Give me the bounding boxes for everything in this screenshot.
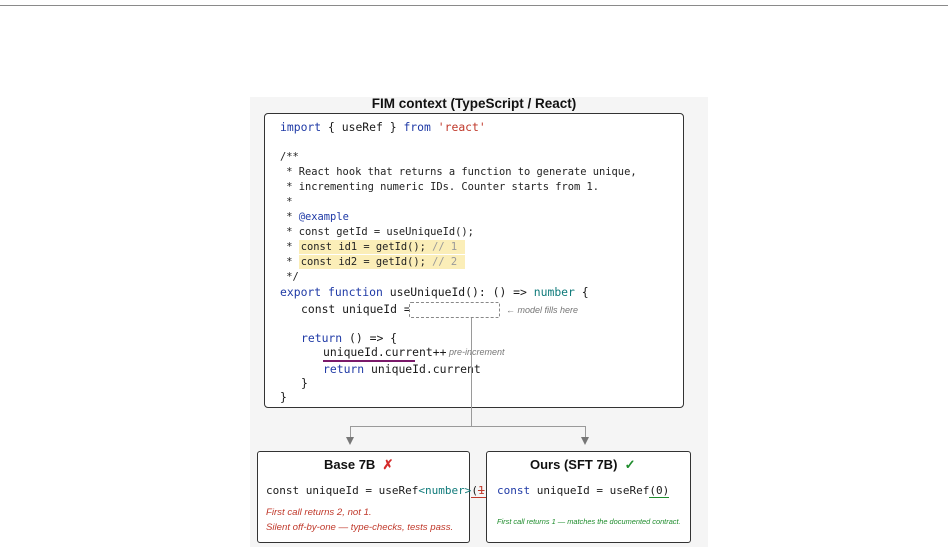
doc-line-getid: * const getId = useUniqueId(); (280, 226, 474, 238)
cross-icon: ✗ (382, 457, 394, 472)
ours-code: const uniqueId = useRef(0) (497, 484, 670, 498)
return-type: number (533, 285, 575, 299)
arrow-to-base (346, 437, 354, 445)
doc-star: * (280, 211, 299, 223)
id2-code: const id2 = getId(); (300, 256, 426, 268)
keyword-return: return (301, 331, 343, 345)
doc-line-id2: * const id2 = getId(); // 2 (280, 255, 466, 270)
code-line-return: return () => { (301, 331, 397, 346)
base-generic: <number> (418, 484, 472, 497)
example-tag: @example (298, 211, 349, 223)
connector-horizontal (350, 426, 586, 427)
keyword-export-function: export function (280, 285, 383, 299)
doc-open: /** (280, 151, 299, 163)
paren-open: ( (471, 484, 478, 497)
checkmark-icon: ✓ (624, 457, 636, 472)
ours-title-text: Ours (SFT 7B) (530, 457, 618, 472)
return-current: uniqueId.current (364, 362, 481, 376)
code-line-increment: uniqueId.current++ (323, 345, 447, 359)
code-line-import: import { useRef } from 'react' (280, 120, 486, 135)
model-fills-annotation: ← model fills here (506, 305, 579, 315)
doc-line-3: * (280, 196, 293, 208)
doc-line-2: * incrementing numeric IDs. Counter star… (280, 181, 600, 193)
ours-arg: (0) (649, 484, 670, 498)
arrow-to-ours (581, 437, 589, 445)
import-names: { useRef } (321, 120, 404, 134)
highlight-id2: const id2 = getId(); // 2 (298, 255, 466, 269)
highlight-id1: const id1 = getId(); // 1 (298, 240, 466, 254)
ours-keyword-const: const (497, 484, 531, 497)
pre-increment-annotation: pre-increment (449, 347, 505, 357)
doc-star: * (280, 256, 299, 268)
base-note-1: First call returns 2, not 1. (266, 507, 372, 518)
ours-code-mid: uniqueId = useRef (530, 484, 650, 497)
ours-panel-title: Ours (SFT 7B) ✓ (530, 457, 636, 473)
id1-code: const id1 = getId(); (300, 241, 426, 253)
doc-line-id1: * const id1 = getId(); // 1 (280, 240, 466, 255)
base-arg-value: 1 (477, 484, 485, 497)
return-arrow: () => { (342, 331, 398, 345)
code-line-signature: export function useUniqueId(): () => num… (280, 285, 589, 300)
code-line-close-inner: } (301, 376, 308, 390)
signature-brace: { (574, 285, 589, 299)
base-note-2: Silent off-by-one — type-checks, tests p… (266, 522, 454, 533)
id1-comment: // 1 (425, 241, 458, 253)
top-rule (0, 5, 948, 6)
id2-comment: // 2 (425, 256, 458, 268)
figure-title: FIM context (TypeScript / React) (371, 96, 577, 111)
base-code-prefix: const uniqueId = useRef (266, 484, 419, 497)
keyword-from: from (403, 120, 431, 134)
ours-note: First call returns 1 — matches the docum… (497, 517, 681, 526)
fill-placeholder (409, 302, 500, 318)
keyword-return: return (323, 362, 365, 376)
doc-line-example: * @example (280, 210, 349, 225)
import-string: 'react' (430, 120, 486, 134)
code-line-return-current: return uniqueId.current (323, 362, 481, 377)
doc-star: * (280, 241, 299, 253)
code-line-const: const uniqueId = (301, 302, 418, 316)
doc-close: */ (280, 271, 299, 283)
base-panel-title: Base 7B ✗ (324, 457, 393, 473)
code-line-close-outer: } (280, 390, 287, 404)
keyword-import: import (280, 120, 322, 134)
signature: useUniqueId(): () => (382, 285, 534, 299)
doc-line-1: * React hook that returns a function to … (280, 166, 637, 178)
base-title-text: Base 7B (324, 457, 376, 472)
base-code: const uniqueId = useRef<number>(1) (266, 484, 492, 498)
connector-vertical (471, 318, 472, 426)
